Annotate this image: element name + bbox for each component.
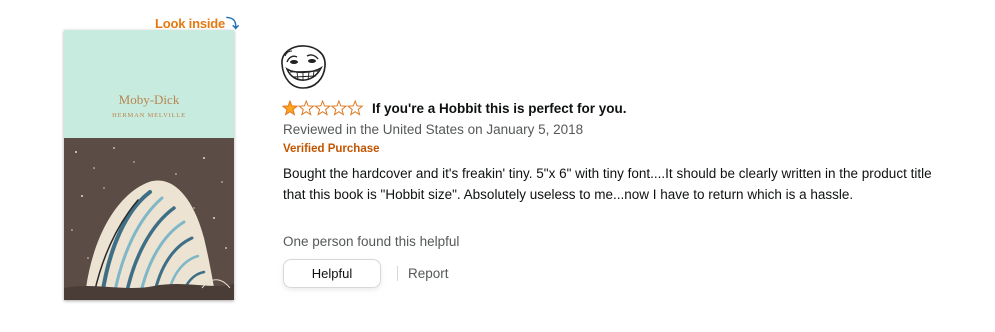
verified-purchase-badge: Verified Purchase: [283, 143, 380, 155]
review-body: Bought the hardcover and it's freakin' t…: [283, 166, 932, 202]
book-cover-top: [64, 30, 234, 138]
book-cover[interactable]: Moby-Dick HERMAN MELVILLE: [64, 30, 234, 300]
star-empty-icon: [314, 100, 332, 116]
curved-arrow-down-icon: ⤵: [226, 16, 239, 31]
star-filled-icon: [282, 100, 299, 116]
book-cover-title: Moby-Dick: [118, 92, 180, 107]
helpful-button[interactable]: Helpful: [283, 259, 381, 288]
star-rating: [282, 100, 364, 116]
trollface-avatar-icon: [281, 45, 326, 89]
star-empty-icon: [297, 100, 315, 116]
look-inside-label: Look inside: [155, 16, 226, 31]
star-empty-icon: [330, 100, 348, 116]
review-headline[interactable]: If you're a Hobbit this is perfect for y…: [372, 101, 627, 116]
divider: [397, 266, 398, 281]
whale-illustration: [64, 147, 234, 300]
book-cover-author: HERMAN MELVILLE: [112, 112, 186, 119]
star-empty-icon: [346, 100, 364, 116]
helpful-count: One person found this helpful: [283, 234, 460, 249]
report-link[interactable]: Report: [408, 266, 449, 281]
review-date: Reviewed in the United States on January…: [283, 122, 584, 137]
